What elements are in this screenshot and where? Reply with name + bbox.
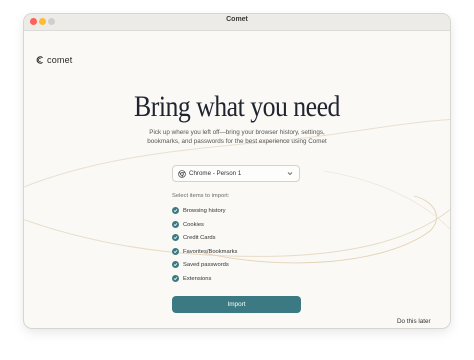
checkbox-checked-icon[interactable] bbox=[172, 261, 179, 268]
chevron-down-icon bbox=[287, 172, 293, 176]
import-item-label: Credit Cards bbox=[183, 234, 216, 241]
import-item-extensions[interactable]: Extensions bbox=[172, 274, 211, 283]
browser-profile-select[interactable]: Chrome - Person 1 bbox=[172, 165, 300, 182]
import-item-cookies[interactable]: Cookies bbox=[172, 220, 204, 229]
import-item-browsing-history[interactable]: Browsing history bbox=[172, 206, 226, 215]
import-item-label: Saved passwords bbox=[183, 261, 229, 268]
import-items-label: Select items to import: bbox=[172, 193, 230, 199]
checkbox-checked-icon[interactable] bbox=[172, 234, 179, 241]
checkbox-checked-icon[interactable] bbox=[172, 207, 179, 214]
page-title: Bring what you need bbox=[134, 90, 340, 123]
checkbox-checked-icon[interactable] bbox=[172, 275, 179, 282]
import-item-bookmarks[interactable]: Favorites/Bookmarks bbox=[172, 247, 237, 256]
import-item-credit-cards[interactable]: Credit Cards bbox=[172, 233, 216, 242]
import-item-label: Extensions bbox=[183, 275, 212, 282]
title-bar: Comet bbox=[24, 14, 450, 31]
import-item-saved-passwords[interactable]: Saved passwords bbox=[172, 260, 229, 269]
chrome-icon bbox=[178, 170, 186, 178]
window-title: Comet bbox=[226, 16, 248, 23]
app-window: Comet comet Bring what you need Pick up … bbox=[24, 14, 450, 328]
import-button[interactable]: Import bbox=[172, 296, 301, 313]
onboarding-content: comet Bring what you need Pick up where … bbox=[24, 31, 450, 328]
do-this-later-link[interactable]: Do this later bbox=[397, 318, 431, 325]
import-item-label: Favorites/Bookmarks bbox=[183, 248, 238, 255]
import-item-label: Cookies bbox=[183, 221, 204, 228]
browser-select-value: Chrome - Person 1 bbox=[189, 170, 242, 177]
checkbox-checked-icon[interactable] bbox=[172, 221, 179, 228]
brand-logo: comet bbox=[36, 55, 73, 65]
import-item-label: Browsing history bbox=[183, 207, 226, 214]
checkbox-checked-icon[interactable] bbox=[172, 248, 179, 255]
comet-logo-icon bbox=[36, 56, 43, 64]
brand-name: comet bbox=[47, 55, 73, 65]
page-subtitle: Pick up where you left off—bring your br… bbox=[147, 129, 327, 145]
